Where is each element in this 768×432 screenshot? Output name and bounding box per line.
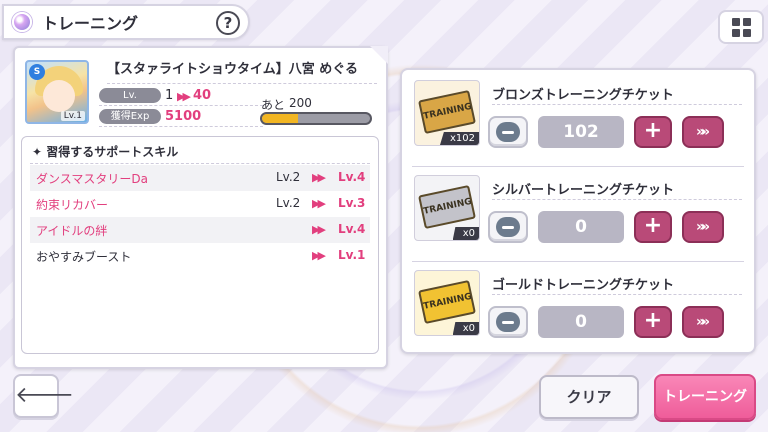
plus-button[interactable]: + (634, 306, 672, 338)
skill-row: ダンスマスタリーDa Lv.2 ▶▶ Lv.4 (30, 165, 370, 191)
quantity-value: 102 (538, 116, 624, 148)
exp-value: 5100 (165, 109, 202, 124)
exp-progress-bar (260, 112, 372, 125)
arrow-right-icon: ▶▶ (312, 249, 326, 262)
skill-name: 約束リカバー (36, 198, 109, 212)
exp-label: 獲得Exp (99, 109, 161, 124)
ticket-name: ゴールドトレーニングチケット (492, 278, 675, 293)
divider (492, 294, 742, 295)
skill-row: おやすみブースト ▶▶ Lv.1 (30, 243, 370, 269)
max-button[interactable]: »» (682, 306, 724, 338)
character-portrait[interactable]: S Lv.1 (25, 60, 89, 124)
ticket-text: TRAINING (418, 89, 476, 135)
training-button[interactable]: トレーニング (654, 374, 756, 420)
divider (30, 163, 370, 164)
arrow-right-icon: ▶▶ (312, 223, 326, 236)
arrow-right-icon: ▶▶ (177, 90, 191, 103)
clear-button[interactable]: クリア (539, 375, 639, 419)
ticket-owned-count: x0 (452, 322, 479, 335)
skill-level-from: Lv.2 (276, 196, 301, 210)
minus-button[interactable] (488, 306, 528, 338)
divider (492, 104, 742, 105)
arrow-right-icon: ▶▶ (312, 197, 326, 210)
skill-row: アイドルの絆 ▶▶ Lv.4 (30, 217, 370, 243)
divider (99, 126, 263, 127)
minus-button[interactable] (488, 116, 528, 148)
skill-row: 約束リカバー Lv.2 ▶▶ Lv.3 (30, 191, 370, 217)
remain-value: 200 (289, 96, 312, 110)
divider (99, 105, 263, 106)
ticket-icon: TRAINING x0 (414, 270, 480, 336)
level-from: 1 (165, 88, 174, 103)
minus-icon (496, 312, 520, 332)
orb-icon (12, 12, 32, 32)
ticket-icon: TRAINING x0 (414, 175, 480, 241)
skill-level-to: Lv.1 (338, 248, 366, 262)
minus-button[interactable] (488, 211, 528, 243)
quantity-value: 0 (538, 211, 624, 243)
ticket-owned-count: x0 (452, 227, 479, 240)
exp-progress-fill (262, 114, 298, 123)
plus-button[interactable]: + (634, 116, 672, 148)
level-to: 40 (193, 88, 212, 103)
menu-grid-button[interactable] (718, 10, 764, 44)
ticket-name: ブロンズトレーニングチケット (492, 88, 674, 103)
character-name: 【スタァライトショウタイム】八宮 めぐる (107, 58, 377, 84)
back-button[interactable]: 🡐 (13, 374, 74, 418)
arrow-right-icon: ▶▶ (312, 171, 326, 184)
rank-badge: S (29, 64, 45, 80)
level-label: Lv. (99, 88, 161, 103)
character-card: S Lv.1 【スタァライトショウタイム】八宮 めぐる Lv. 1 ▶▶ 40 … (13, 46, 388, 369)
skills-panel: ✦ 習得するサポートスキル ダンスマスタリーDa Lv.2 ▶▶ Lv.4 約束… (21, 136, 379, 354)
minus-icon (496, 122, 520, 142)
portrait-level: Lv.1 (60, 111, 85, 121)
help-button[interactable]: ? (216, 11, 240, 35)
divider (492, 199, 742, 200)
grid-icon (731, 17, 740, 26)
ticket-text: TRAINING (418, 279, 476, 325)
ticket-name: シルバートレーニングチケット (492, 183, 675, 198)
ticket-icon: TRAINING x102 (414, 80, 480, 146)
title-bar: トレーニング ? (2, 4, 250, 40)
skill-name: ダンスマスタリーDa (36, 172, 148, 186)
ticket-row-gold: TRAINING x0 ゴールドトレーニングチケット 0 + »» (402, 262, 754, 357)
arrow-left-icon: 🡐 (15, 383, 74, 408)
skill-name: アイドルの絆 (36, 224, 108, 238)
minus-icon (496, 217, 520, 237)
ticket-text: TRAINING (418, 184, 476, 230)
skill-level-from: Lv.2 (276, 170, 301, 184)
page-title: トレーニング (42, 14, 139, 33)
ticket-owned-count: x102 (439, 132, 479, 145)
max-button[interactable]: »» (682, 116, 724, 148)
portrait-face (43, 80, 75, 112)
ticket-row-silver: TRAINING x0 シルバートレーニングチケット 0 + »» (402, 167, 754, 262)
max-button[interactable]: »» (682, 211, 724, 243)
quantity-value: 0 (538, 306, 624, 338)
skill-level-to: Lv.4 (338, 222, 366, 236)
skills-title: ✦ 習得するサポートスキル (32, 145, 179, 159)
ticket-row-bronze: TRAINING x102 ブロンズトレーニングチケット 102 + »» (402, 72, 754, 167)
ticket-panel: TRAINING x102 ブロンズトレーニングチケット 102 + »» TR… (400, 68, 756, 354)
skill-level-to: Lv.3 (338, 196, 366, 210)
plus-button[interactable]: + (634, 211, 672, 243)
remain-label: あと (261, 98, 286, 112)
skill-name: おやすみブースト (36, 250, 132, 264)
skill-level-to: Lv.4 (338, 170, 366, 184)
